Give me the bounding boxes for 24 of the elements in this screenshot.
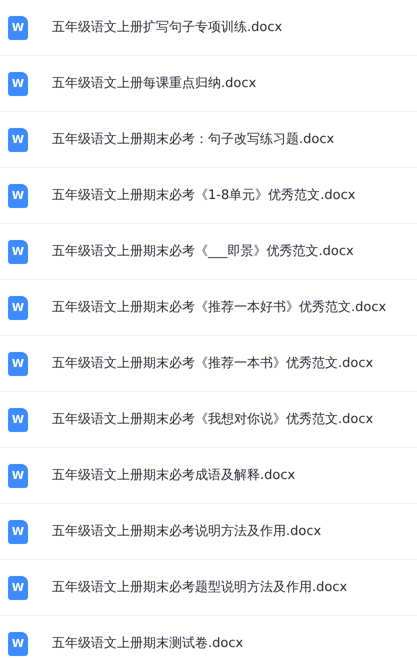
file-name[interactable]: 五年级语文上册期末必考《推荐一本好书》优秀范文.docx xyxy=(52,298,386,318)
file-name[interactable]: 五年级语文上册期末必考说明方法及作用.docx xyxy=(52,522,322,542)
word-document-icon: W xyxy=(8,464,28,488)
word-document-icon: W xyxy=(8,240,28,264)
word-document-icon: W xyxy=(8,408,28,432)
file-name[interactable]: 五年级语文上册期末测试卷.docx xyxy=(52,634,244,654)
file-name[interactable]: 五年级语文上册期末必考《我想对你说》优秀范文.docx xyxy=(52,410,374,430)
word-document-icon: W xyxy=(8,184,28,208)
word-document-icon: W xyxy=(8,576,28,600)
word-document-icon: W xyxy=(8,520,28,544)
file-name[interactable]: 五年级语文上册期末必考：句子改写练习题.docx xyxy=(52,130,334,150)
file-name[interactable]: 五年级语文上册期末必考成语及解释.docx xyxy=(52,466,296,486)
file-name[interactable]: 五年级语文上册每课重点归纳.docx xyxy=(52,74,256,94)
word-document-icon: W xyxy=(8,72,28,96)
word-document-icon: W xyxy=(8,632,28,656)
word-document-icon: W xyxy=(8,16,28,40)
word-document-icon: W xyxy=(8,352,28,376)
file-name[interactable]: 五年级语文上册期末必考《推荐一本书》优秀范文.docx xyxy=(52,354,374,374)
file-name[interactable]: 五年级语文上册扩写句子专项训练.docx xyxy=(52,18,282,38)
file-name[interactable]: 五年级语文上册期末必考《___即景》优秀范文.docx xyxy=(52,242,354,262)
word-document-icon: W xyxy=(8,128,28,152)
file-name[interactable]: 五年级语文上册期末必考题型说明方法及作用.docx xyxy=(52,578,348,598)
file-name[interactable]: 五年级语文上册期末必考《1-8单元》优秀范文.docx xyxy=(52,186,356,206)
word-document-icon: W xyxy=(8,296,28,320)
